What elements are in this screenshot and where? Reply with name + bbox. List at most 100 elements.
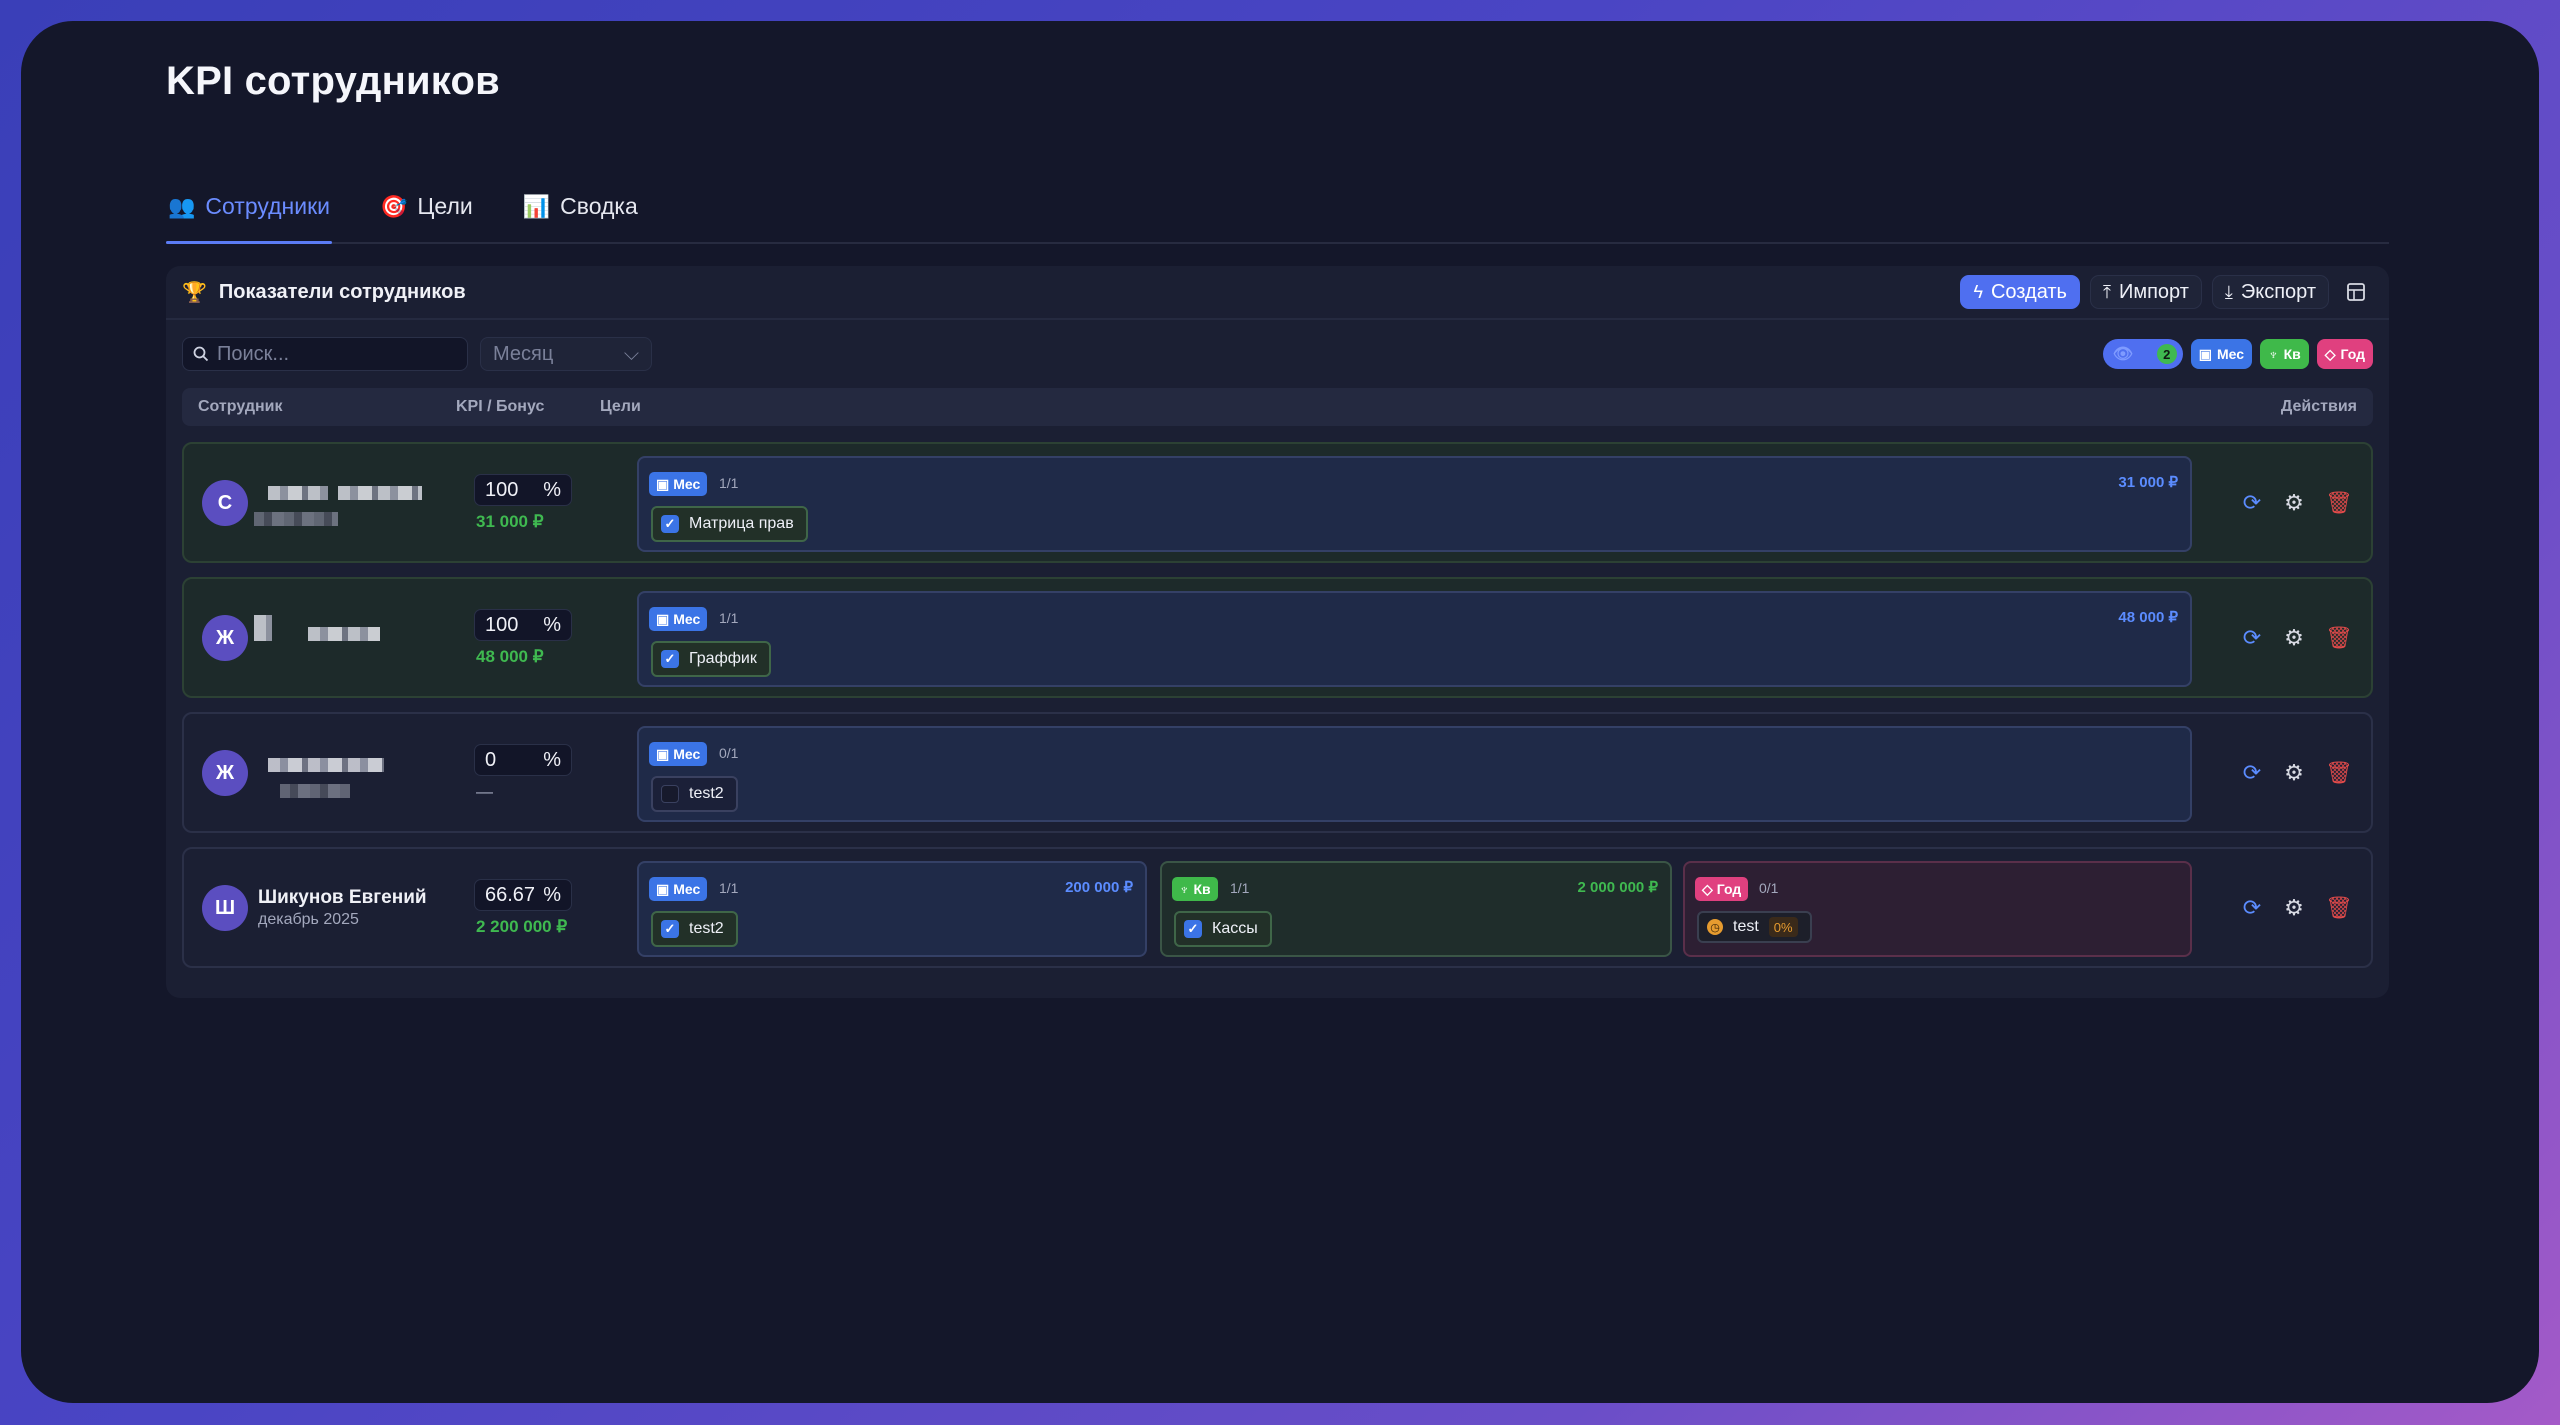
avatar: Ж	[202, 750, 248, 796]
filter-bar: Месяц ⌵ 👁 2 ▣ Мес ♆ Кв	[182, 336, 2373, 372]
kpi-unit: %	[543, 613, 561, 636]
tab-bar: 👥 Сотрудники 🎯 Цели 📊 Сводка	[166, 171, 2389, 244]
people-icon: 👥	[168, 193, 196, 219]
employee-name: Шикунов Евгений	[258, 887, 427, 908]
table-header: Сотрудник KPI / Бонус Цели Действия	[182, 388, 2373, 426]
gear-icon[interactable]: ⚙	[2283, 895, 2305, 921]
goal-item[interactable]: ✓ Кассы	[1174, 911, 1272, 947]
search-input[interactable]	[217, 342, 457, 366]
goal-card: ◇ Год 0/1 ◷ test 0%	[1683, 861, 2192, 957]
upload-icon: ⤒	[2102, 281, 2111, 302]
app-window: KPI сотрудников 👥 Сотрудники 🎯 Цели 📊 Св…	[21, 21, 2539, 1403]
refresh-icon[interactable]: ⟳	[2241, 895, 2263, 921]
period-select-value: Месяц	[493, 342, 554, 365]
kpi-value: 100	[485, 478, 519, 501]
goal-card: ♆ Кв 1/1 2 000 000 ₽ ✓ Кассы	[1160, 861, 1672, 957]
redacted-name	[268, 758, 384, 772]
tab-goals[interactable]: 🎯 Цели	[378, 171, 475, 242]
avatar: Ш	[202, 885, 248, 931]
avatar: Ж	[202, 615, 248, 661]
table-row: Ж 100 % 48 000 ₽ ▣ Мес 1/1 48 000 ₽ ✓ Гр…	[182, 577, 2373, 698]
filter-chip-quarter[interactable]: ♆ Кв	[2260, 339, 2309, 369]
redacted-period	[254, 512, 338, 526]
trash-icon[interactable]: 🗑	[2325, 490, 2353, 516]
goal-progress-fraction: 1/1	[1230, 880, 1250, 896]
tab-summary[interactable]: 📊 Сводка	[521, 171, 640, 242]
layout-icon	[2347, 283, 2365, 301]
tab-label: Сводка	[560, 193, 638, 219]
trophy-icon: 🏆	[182, 281, 207, 304]
goal-item[interactable]: ✓ Матрица прав	[651, 506, 808, 542]
goal-card: ▣ Мес 1/1 31 000 ₽ ✓ Матрица прав	[637, 456, 2192, 552]
goal-item-label: Кассы	[1212, 920, 1258, 937]
trophy-icon: ♆	[1179, 881, 1190, 897]
employee-period: декабрь 2025	[258, 911, 359, 928]
search-box	[182, 337, 468, 371]
layout-toggle-button[interactable]	[2339, 275, 2373, 309]
kpi-input[interactable]: 100 %	[474, 609, 572, 641]
goal-item-label: Граффик	[689, 650, 757, 667]
row-actions: ⟳ ⚙ 🗑	[2241, 490, 2353, 516]
visible-count-badge: 2	[2156, 344, 2177, 364]
goal-tag-label: Мес	[673, 746, 701, 762]
kpi-input[interactable]: 0 %	[474, 744, 572, 776]
lightning-icon: ϟ	[1973, 281, 1983, 302]
tab-label: Сотрудники	[205, 193, 330, 219]
goal-tag-label: Год	[1716, 881, 1742, 897]
checkbox-checked-icon: ✓	[661, 515, 679, 533]
refresh-icon[interactable]: ⟳	[2241, 490, 2263, 516]
tab-employees[interactable]: 👥 Сотрудники	[166, 171, 332, 244]
goal-item[interactable]: ✓ Граффик	[651, 641, 771, 677]
goal-progress-fraction: 1/1	[719, 610, 739, 626]
filter-chips: 👁 2 ▣ Мес ♆ Кв ◇ Год	[2102, 339, 2373, 369]
goal-card: ▣ Мес 0/1 test2	[637, 726, 2192, 822]
employee-kpi-panel: 🏆 Показатели сотрудников ϟ Создать ⤒ Имп…	[166, 266, 2389, 998]
redacted-name	[338, 486, 422, 500]
filter-chip-year[interactable]: ◇ Год	[2316, 339, 2373, 369]
gear-icon[interactable]: ⚙	[2283, 760, 2305, 786]
kpi-unit: %	[543, 748, 561, 771]
checkbox-checked-icon: ✓	[661, 650, 679, 668]
calendar-icon: ▣	[656, 475, 670, 492]
kpi-input[interactable]: 66.67 %	[474, 879, 572, 911]
kpi-value: 100	[485, 613, 519, 636]
kpi-input[interactable]: 100 %	[474, 474, 572, 506]
period-select[interactable]: Месяц ⌵	[480, 337, 652, 371]
checkbox-empty-icon	[661, 785, 679, 803]
goal-amount: 31 000 ₽	[2118, 474, 2178, 491]
kpi-value: 66.67	[485, 883, 536, 906]
goal-item-label: test2	[689, 785, 724, 802]
import-button[interactable]: ⤒ Импорт	[2089, 275, 2202, 309]
trash-icon[interactable]: 🗑	[2325, 760, 2353, 786]
target-icon: 🎯	[380, 193, 408, 219]
refresh-icon[interactable]: ⟳	[2241, 760, 2263, 786]
panel-header: 🏆 Показатели сотрудников ϟ Создать ⤒ Имп…	[166, 266, 2389, 320]
refresh-icon[interactable]: ⟳	[2241, 625, 2263, 651]
column-kpi-bonus: KPI / Бонус	[456, 398, 545, 415]
row-actions: ⟳ ⚙ 🗑	[2241, 895, 2353, 921]
goal-period-tag: ◇ Год	[1695, 877, 1749, 901]
goal-item[interactable]: test2	[651, 776, 738, 812]
bonus-amount: —	[476, 782, 493, 801]
goal-period-tag: ▣ Мес	[649, 742, 708, 766]
goal-item[interactable]: ✓ test2	[651, 911, 738, 947]
export-button[interactable]: ⤓ Экспорт	[2211, 275, 2329, 309]
goal-card: ▣ Мес 1/1 200 000 ₽ ✓ test2	[637, 861, 1147, 957]
calendar-icon: ▣	[656, 610, 670, 627]
trash-icon[interactable]: 🗑	[2325, 625, 2353, 651]
trash-icon[interactable]: 🗑	[2325, 895, 2353, 921]
goal-progress-fraction: 1/1	[719, 475, 739, 491]
filter-chip-month[interactable]: ▣ Мес	[2190, 339, 2253, 369]
goal-period-tag: ▣ Мес	[649, 877, 708, 901]
gear-icon[interactable]: ⚙	[2283, 625, 2305, 651]
goal-period-tag: ▣ Мес	[649, 607, 708, 631]
goal-item[interactable]: ◷ test 0%	[1697, 911, 1812, 943]
goal-tag-label: Мес	[673, 611, 701, 627]
create-button[interactable]: ϟ Создать	[1960, 275, 2080, 309]
goal-progress-fraction: 0/1	[719, 745, 739, 761]
search-icon	[193, 346, 209, 362]
redacted-name	[254, 615, 272, 641]
calendar-icon: ▣	[656, 880, 670, 897]
gear-icon[interactable]: ⚙	[2283, 490, 2305, 516]
visibility-toggle[interactable]: 👁 2	[2102, 339, 2183, 369]
